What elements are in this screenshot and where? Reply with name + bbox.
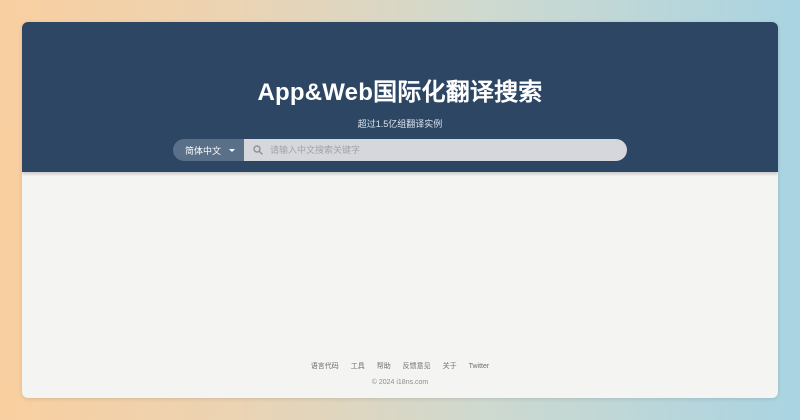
app-window: App&Web国际化翻译搜索 超过1.5亿组翻译实例 简体中文 语言代码 工具 …: [22, 22, 778, 398]
search-field: [244, 139, 627, 161]
chevron-down-icon: [229, 148, 236, 152]
footer-link-language-codes[interactable]: 语言代码: [311, 363, 339, 370]
footer-link-about[interactable]: 关于: [443, 363, 457, 370]
footer-link-help[interactable]: 帮助: [377, 363, 391, 370]
language-select[interactable]: 简体中文: [173, 139, 244, 161]
page-subtitle: 超过1.5亿组翻译实例: [357, 119, 443, 129]
footer-link-feedback[interactable]: 反馈意见: [403, 363, 431, 370]
hero-header: App&Web国际化翻译搜索 超过1.5亿组翻译实例 简体中文: [22, 22, 778, 172]
page-title: App&Web国际化翻译搜索: [257, 79, 543, 106]
footer-links: 语言代码 工具 帮助 反馈意见 关于 Twitter: [22, 362, 778, 372]
footer-copyright: © 2024 i18ns.com: [371, 379, 429, 386]
footer-link-twitter[interactable]: Twitter: [469, 363, 490, 370]
search-bar: 简体中文: [173, 139, 627, 161]
footer-link-tools[interactable]: 工具: [351, 363, 365, 370]
search-input[interactable]: [270, 141, 610, 159]
search-icon: [252, 144, 264, 156]
language-select-label: 简体中文: [185, 145, 222, 156]
